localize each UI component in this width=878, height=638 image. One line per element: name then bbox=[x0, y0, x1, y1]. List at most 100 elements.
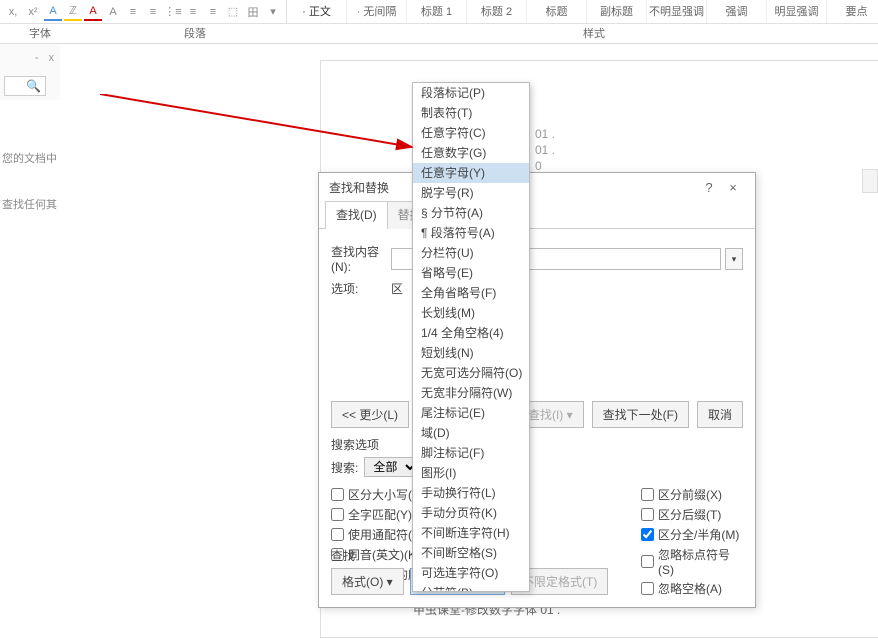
font-color-icon[interactable]: A bbox=[44, 3, 62, 21]
dialog-footer: 查找 格式(O) ▾ 特殊格式(E) ▾ 不限定格式(T) bbox=[319, 539, 755, 607]
chk-wholeword[interactable] bbox=[331, 508, 344, 521]
chk-matchcase-label: 区分大小写(H bbox=[348, 486, 421, 503]
style-subtitle[interactable]: 副标题 bbox=[587, 0, 647, 23]
font-color-red-icon[interactable]: A bbox=[84, 3, 102, 21]
superscript-icon[interactable]: x² bbox=[24, 3, 42, 21]
options-label: 选项: bbox=[331, 280, 369, 297]
style-heading2[interactable]: 标题 2 bbox=[467, 0, 527, 23]
dropdown-item[interactable]: 任意字符(C) bbox=[413, 123, 529, 143]
style-emphasis[interactable]: 强调 bbox=[707, 0, 767, 23]
numbering-icon[interactable]: ≡ bbox=[144, 3, 162, 21]
dropdown-item[interactable]: 制表符(T) bbox=[413, 103, 529, 123]
ribbon-label-font: 字体 bbox=[0, 24, 80, 43]
dropdown-item[interactable]: 脱字号(R) bbox=[413, 183, 529, 203]
align-icon[interactable]: ≡ bbox=[204, 3, 222, 21]
style-normal[interactable]: · 正文 bbox=[287, 0, 347, 23]
dropdown-item[interactable]: 不间断连字符(H) bbox=[413, 523, 529, 543]
dropdown-item[interactable]: 全角省略号(F) bbox=[413, 283, 529, 303]
dialog-title: 查找和替换 bbox=[329, 179, 389, 196]
find-content-label: 查找内容(N): bbox=[331, 243, 391, 274]
navigation-pane: - x 🔍 bbox=[0, 44, 60, 100]
find-content-dropdown[interactable]: ▾ bbox=[725, 248, 743, 270]
dropdown-item[interactable]: 图形(I) bbox=[413, 463, 529, 483]
dropdown-item[interactable]: 不间断空格(S) bbox=[413, 543, 529, 563]
ribbon-row: x, x² A ℤ A A ≡ ≡ ⋮≡ ≡ ≡ ⬚ 田 ▾ · 正文 · 无间… bbox=[0, 0, 878, 24]
nav-hints: 您的文档中 查找任何其 bbox=[0, 120, 57, 212]
search-icon: 🔍 bbox=[26, 79, 41, 93]
tab-find[interactable]: 查找(D) bbox=[325, 201, 388, 229]
nav-hint-1: 您的文档中 bbox=[2, 150, 57, 166]
style-title[interactable]: 标题 bbox=[527, 0, 587, 23]
dropdown-item[interactable]: 长划线(M) bbox=[413, 303, 529, 323]
dropdown-item[interactable]: 无宽非分隔符(W) bbox=[413, 383, 529, 403]
style-intense-emphasis[interactable]: 明显强调 bbox=[767, 0, 827, 23]
scroll-up-icon[interactable] bbox=[862, 169, 878, 193]
dialog-tabs: 查找(D) 替换(P bbox=[319, 201, 755, 229]
cancel-button[interactable]: 取消 bbox=[697, 401, 743, 428]
search-options-header: 搜索选项 bbox=[319, 428, 755, 457]
dropdown-item[interactable]: 尾注标记(E) bbox=[413, 403, 529, 423]
page-text-1: 01 . bbox=[535, 127, 555, 141]
dropdown-item[interactable]: 无宽可选分隔符(O) bbox=[413, 363, 529, 383]
less-button[interactable]: << 更少(L) bbox=[331, 401, 409, 428]
dialog-help-button[interactable]: ? bbox=[697, 180, 721, 195]
dropdown-item[interactable]: ¶ 段落符号(A) bbox=[413, 223, 529, 243]
dialog-titlebar: 查找和替换 ? × bbox=[319, 173, 755, 201]
indent-icon[interactable]: ≡ bbox=[184, 3, 202, 21]
nav-pane-controls: - x bbox=[0, 44, 60, 72]
shading-icon[interactable]: ▾ bbox=[264, 3, 282, 21]
dialog-action-row: << 更少(L) 项中查找(I) ▾ 查找下一处(F) 取消 bbox=[319, 401, 755, 428]
find-section-label: 查找 bbox=[331, 547, 743, 564]
dropdown-item[interactable]: 脚注标记(F) bbox=[413, 443, 529, 463]
spacing-icon[interactable]: ⬚ bbox=[224, 3, 242, 21]
dropdown-item[interactable]: 任意数字(G) bbox=[413, 143, 529, 163]
chk-right-1[interactable] bbox=[641, 508, 654, 521]
find-replace-dialog: 查找和替换 ? × 查找(D) 替换(P 查找内容(N): ▾ 选项: 区 <<… bbox=[318, 172, 756, 608]
ribbon-label-style: 样式 bbox=[310, 24, 878, 43]
dropdown-item[interactable]: § 分节符(A) bbox=[413, 203, 529, 223]
dropdown-item[interactable]: 分栏符(U) bbox=[413, 243, 529, 263]
style-subtle-emphasis[interactable]: 不明显强调 bbox=[647, 0, 707, 23]
style-heading1[interactable]: 标题 1 bbox=[407, 0, 467, 23]
style-nospacing[interactable]: · 无间隔 bbox=[347, 0, 407, 23]
dropdown-item[interactable]: 省略号(E) bbox=[413, 263, 529, 283]
dropdown-item[interactable]: 短划线(N) bbox=[413, 343, 529, 363]
options-value: 区 bbox=[391, 280, 403, 297]
chk-right-0[interactable] bbox=[641, 488, 654, 501]
chk-right-1-label: 区分后缀(T) bbox=[658, 506, 721, 523]
bullets-icon[interactable]: ≡ bbox=[124, 3, 142, 21]
subscript-icon[interactable]: x, bbox=[4, 3, 22, 21]
dropdown-item[interactable]: 任意字母(Y) bbox=[413, 163, 529, 183]
search-label: 搜索: bbox=[331, 459, 358, 476]
chk-matchcase[interactable] bbox=[331, 488, 344, 501]
border-icon[interactable]: 田 bbox=[244, 3, 262, 21]
nav-search-input[interactable]: 🔍 bbox=[4, 76, 46, 96]
ribbon-label-para: 段落 bbox=[80, 24, 310, 43]
ribbon-group-labels: 字体 段落 样式 bbox=[0, 24, 878, 44]
multilevel-icon[interactable]: ⋮≡ bbox=[164, 3, 182, 21]
format-button[interactable]: 格式(O) ▾ bbox=[331, 568, 404, 595]
dropdown-item[interactable]: 1/4 全角空格(4) bbox=[413, 323, 529, 343]
highlight-icon[interactable]: ℤ bbox=[64, 3, 82, 21]
ribbon-styles: · 正文 · 无间隔 标题 1 标题 2 标题 副标题 不明显强调 强调 明显强… bbox=[286, 0, 878, 23]
dropdown-item[interactable]: 域(D) bbox=[413, 423, 529, 443]
dropdown-item[interactable]: 可选连字符(O) bbox=[413, 563, 529, 583]
dialog-body: 查找内容(N): ▾ 选项: 区 bbox=[319, 228, 755, 311]
page-text-3: 0 bbox=[535, 159, 542, 173]
chk-right-0-label: 区分前缀(X) bbox=[658, 486, 722, 503]
nav-hint-2: 查找任何其 bbox=[2, 196, 57, 212]
ribbon-font-para-icons: x, x² A ℤ A A ≡ ≡ ⋮≡ ≡ ≡ ⬚ 田 ▾ bbox=[0, 0, 286, 23]
dialog-close-button[interactable]: × bbox=[721, 180, 745, 195]
nav-collapse-icon[interactable]: - bbox=[35, 52, 39, 64]
dropdown-item[interactable]: 手动换行符(L) bbox=[413, 483, 529, 503]
search-direction-row: 搜索: 全部 bbox=[319, 457, 755, 483]
special-format-dropdown: 段落标记(P)制表符(T)任意字符(C)任意数字(G)任意字母(Y)脱字号(R)… bbox=[412, 82, 530, 592]
dropdown-item[interactable]: 手动分页符(K) bbox=[413, 503, 529, 523]
nav-close-icon[interactable]: x bbox=[49, 52, 55, 64]
dropdown-item[interactable]: 段落标记(P) bbox=[413, 83, 529, 103]
char-border-icon[interactable]: A bbox=[104, 3, 122, 21]
dropdown-item[interactable]: 分节符(B) bbox=[413, 583, 529, 592]
page-text-2: 01 . bbox=[535, 143, 555, 157]
style-strong[interactable]: 要点 bbox=[827, 0, 878, 23]
find-next-button[interactable]: 查找下一处(F) bbox=[592, 401, 689, 428]
